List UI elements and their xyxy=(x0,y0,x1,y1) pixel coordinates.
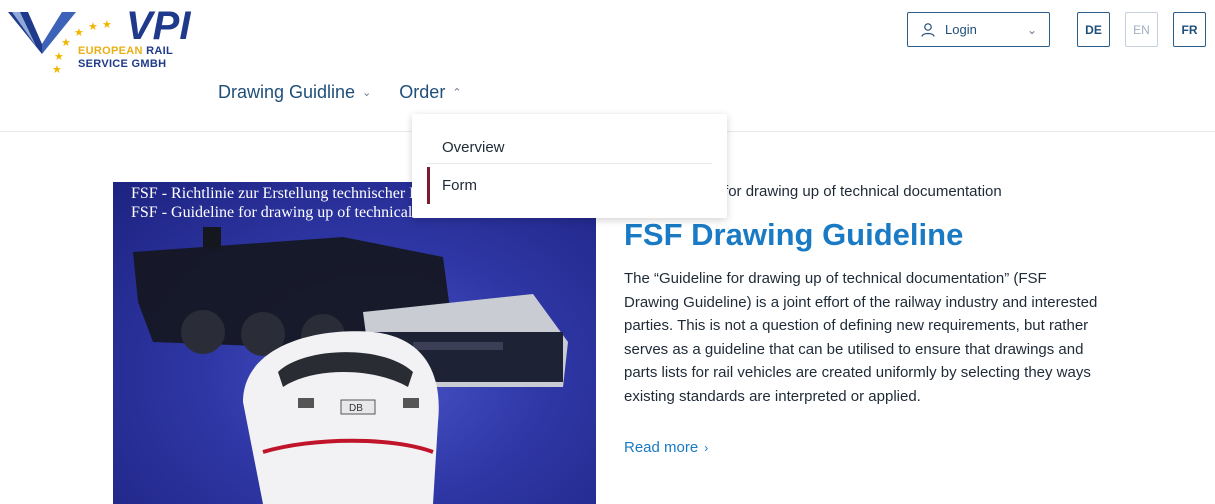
nav-item-order[interactable]: Order ⌃ xyxy=(399,82,461,103)
star-icon: ★ xyxy=(88,21,98,33)
nav-item-label: Order xyxy=(399,82,446,102)
logo-tagline-1a: EUROPEAN xyxy=(78,45,147,57)
main-nav: Drawing Guidline ⌄ Order ⌃ xyxy=(218,82,490,103)
logo-tagline-1: EUROPEAN RAIL xyxy=(78,45,173,57)
logo-tagline-1b: RAIL xyxy=(146,45,173,57)
menu-item-overview[interactable]: Overview xyxy=(427,134,712,164)
order-dropdown-menu: Overview Form xyxy=(412,114,727,218)
menu-item-label: Form xyxy=(442,177,477,194)
star-icon: ★ xyxy=(61,37,71,49)
menu-item-form[interactable]: Form xyxy=(427,167,712,204)
read-more-label: Read more xyxy=(624,439,699,456)
nav-item-drawing-guideline[interactable]: Drawing Guidline ⌄ xyxy=(218,82,371,103)
star-icon: ★ xyxy=(74,27,84,39)
chevron-up-icon: ⌃ xyxy=(452,87,462,99)
nav-item-label: Drawing Guidline xyxy=(218,82,356,102)
menu-item-label: Overview xyxy=(442,139,505,156)
article-body: The “Guideline for drawing up of technic… xyxy=(624,270,1098,405)
lang-fr-button[interactable]: FR xyxy=(1173,12,1206,47)
lang-en-button[interactable]: EN xyxy=(1125,12,1158,47)
user-icon xyxy=(921,22,935,37)
login-label: Login xyxy=(945,22,977,37)
chevron-down-icon: ⌄ xyxy=(1026,22,1037,37)
chevron-down-icon: ⌄ xyxy=(362,87,372,99)
hero-image: DB FSF - Richtlinie zur Erstellung techn… xyxy=(113,182,596,504)
logo-wordmark: VPI xyxy=(126,4,191,48)
star-icon: ★ xyxy=(54,51,64,63)
logo-tagline-2: SERVICE GMBH xyxy=(78,58,167,70)
lang-de-button[interactable]: DE xyxy=(1077,12,1110,47)
svg-text:DB: DB xyxy=(349,403,363,414)
star-icon: ★ xyxy=(102,19,112,31)
login-dropdown-button[interactable]: Login ⌄ xyxy=(907,12,1050,47)
trains-illustration: DB xyxy=(133,227,568,504)
read-more-link[interactable]: Read more › xyxy=(624,439,708,456)
chevron-right-icon: › xyxy=(704,441,709,455)
article-title: FSF Drawing Guideline xyxy=(624,217,964,252)
site-header: ★ ★ ★ ★ ★ ★ VPI EUROPEAN RAIL SERVICE GM… xyxy=(0,0,1215,132)
vpi-logo[interactable]: ★ ★ ★ ★ ★ ★ VPI EUROPEAN RAIL SERVICE GM… xyxy=(6,4,190,78)
star-icon: ★ xyxy=(52,64,62,76)
